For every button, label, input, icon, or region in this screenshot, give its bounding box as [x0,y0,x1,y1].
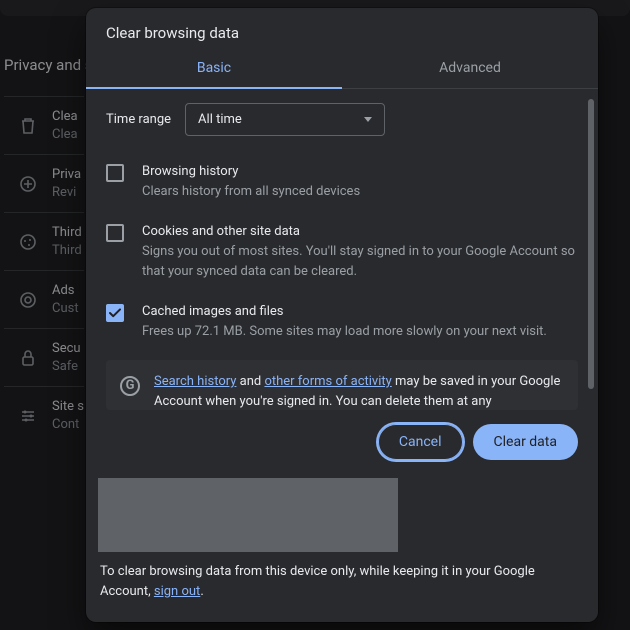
option-row-cache: Cached images and files Frees up 72.1 MB… [106,292,578,352]
option-title: Cookies and other site data [142,222,578,242]
checkbox-cookies[interactable] [106,224,124,242]
option-desc: Clears history from all synced devices [142,182,360,202]
scrollbar-thumb[interactable] [588,99,594,389]
tab-advanced[interactable]: Advanced [342,50,598,88]
time-range-label: Time range [106,112,171,127]
option-desc: Signs you out of most sites. You'll stay… [142,242,578,282]
option-row-cookies: Cookies and other site data Signs you ou… [106,212,578,292]
option-title: Cached images and files [142,302,547,322]
option-title: Browsing history [142,162,360,182]
dialog-title: Clear browsing data [86,8,598,50]
dialog-footer-text: To clear browsing data from this device … [86,552,598,622]
chevron-down-icon [364,117,372,122]
tab-basic[interactable]: Basic [86,50,342,88]
dialog-actions: Cancel Clear data [86,410,598,474]
clear-data-button[interactable]: Clear data [473,424,578,460]
info-card-text: Search history and other forms of activi… [154,372,564,398]
time-range-select[interactable]: All time [185,103,385,136]
dialog-body: Time range All time Browsing history Cle… [86,89,598,410]
dialog-tabs: Basic Advanced [86,50,598,89]
checkbox-history[interactable] [106,164,124,182]
grey-placeholder-block [98,478,398,552]
checkbox-cache[interactable] [106,304,124,322]
link-other-activity[interactable]: other forms of activity [264,374,391,389]
link-search-history[interactable]: Search history [154,374,236,389]
time-range-row: Time range All time [106,103,578,136]
google-account-info-card: G Search history and other forms of acti… [106,360,578,410]
google-logo-icon: G [120,376,140,396]
clear-browsing-data-dialog: Clear browsing data Basic Advanced Time … [86,8,598,622]
time-range-value: All time [198,112,242,127]
cancel-button[interactable]: Cancel [378,424,463,460]
option-row-history: Browsing history Clears history from all… [106,152,578,212]
link-sign-out[interactable]: sign out [154,584,200,599]
option-desc: Frees up 72.1 MB. Some sites may load mo… [142,322,547,342]
